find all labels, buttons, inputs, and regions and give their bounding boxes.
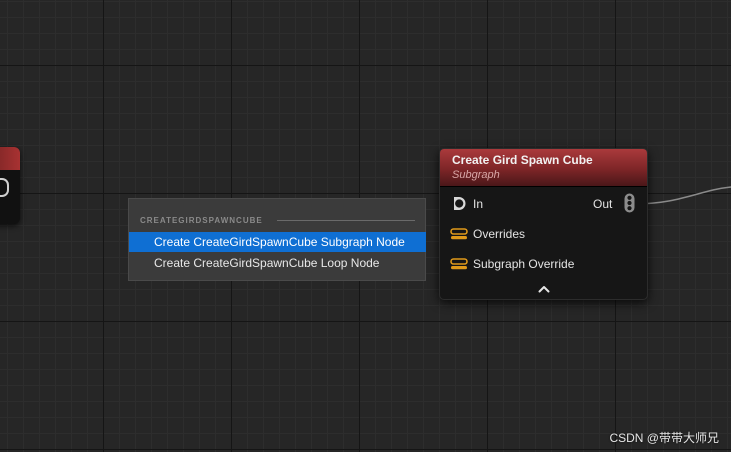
context-menu-section-title: CREATEGIRDSPAWNCUBE: [140, 215, 263, 225]
partial-node-header: [0, 147, 20, 170]
point-stack-pin-icon[interactable]: [624, 193, 635, 213]
node-title: Create Gird Spawn Cube: [452, 153, 593, 167]
node-header[interactable]: Create Gird Spawn Cube Subgraph: [440, 149, 647, 187]
pin-label-subgraph-override: Subgraph Override: [473, 257, 575, 271]
pin-label-overrides: Overrides: [473, 227, 526, 241]
pin-row-subgraph-override: Subgraph Override: [440, 253, 647, 275]
pin-row-in-out: In Out: [440, 193, 647, 215]
pin-label-out: Out: [593, 197, 613, 211]
param-pin-icon[interactable]: [450, 228, 468, 240]
param-pin-icon[interactable]: [450, 258, 468, 270]
node-subtitle: Subgraph: [452, 169, 500, 181]
partial-node-output-pin-icon[interactable]: [0, 178, 9, 197]
context-menu-section-header: CREATEGIRDSPAWNCUBE: [140, 214, 415, 226]
menu-item-create-subgraph-node[interactable]: Create CreateGirdSpawnCube Subgraph Node: [129, 232, 426, 252]
chevron-up-icon[interactable]: [537, 283, 551, 295]
context-menu: CREATEGIRDSPAWNCUBE Create CreateGirdSpa…: [128, 198, 426, 281]
exec-pin-icon[interactable]: [452, 196, 466, 211]
pin-row-overrides: Overrides: [440, 223, 647, 245]
partial-node-left[interactable]: [0, 147, 20, 224]
subgraph-node[interactable]: Create Gird Spawn Cube Subgraph In Out O…: [439, 148, 648, 300]
menu-item-create-loop-node[interactable]: Create CreateGirdSpawnCube Loop Node: [129, 253, 426, 273]
pin-label-in: In: [473, 197, 484, 211]
watermark: CSDN @带带大师兄: [609, 431, 719, 445]
context-menu-section-divider: [276, 219, 415, 221]
